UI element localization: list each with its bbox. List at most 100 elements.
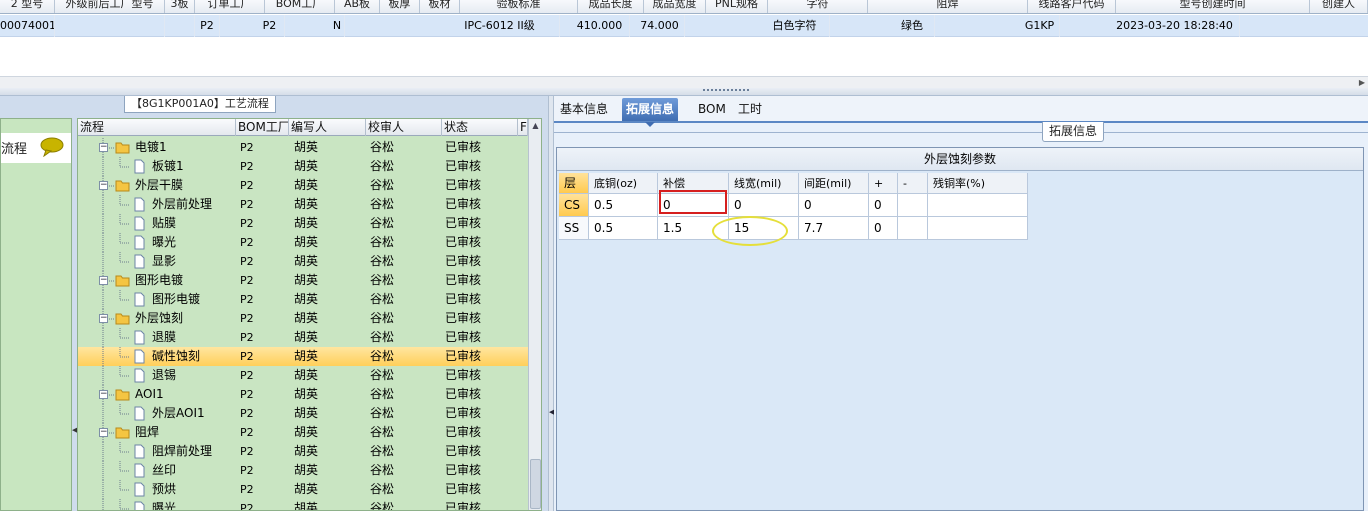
col-header[interactable]: 型号创建时间 bbox=[1116, 0, 1310, 13]
panel-title: 【8G1KP001A0】工艺流程 bbox=[124, 96, 276, 113]
col-header[interactable]: 验板标准 bbox=[460, 0, 578, 13]
cell-writer: 胡英 bbox=[294, 349, 319, 363]
scroll-thumb[interactable] bbox=[530, 459, 541, 509]
tree-row[interactable]: − 外层蚀刻 P2 胡英 谷松 已审核 bbox=[78, 309, 528, 328]
tree-row[interactable]: 图形电镀 P2 胡英 谷松 已审核 bbox=[78, 290, 528, 309]
col-header-flow[interactable]: 流程 bbox=[78, 119, 236, 136]
col-header[interactable]: AB板 bbox=[335, 0, 380, 13]
tree-row[interactable]: − 外层干膜 P2 胡英 谷松 已审核 bbox=[78, 176, 528, 195]
cell-bom: P2 bbox=[240, 331, 254, 344]
col-header[interactable]: 成品宽度 bbox=[644, 0, 706, 13]
tree-row[interactable]: 丝印 P2 胡英 谷松 已审核 bbox=[78, 461, 528, 480]
tree-row[interactable]: 外层前处理 P2 胡英 谷松 已审核 bbox=[78, 195, 528, 214]
etch-cell[interactable]: 0 bbox=[799, 194, 869, 217]
tree-node-label: 外层蚀刻 bbox=[135, 311, 184, 325]
etch-col-header[interactable]: 底铜(oz) bbox=[589, 173, 658, 194]
tab-basic-info[interactable]: 基本信息 bbox=[556, 98, 612, 121]
col-header[interactable]: 3板 bbox=[165, 0, 195, 13]
etch-cell[interactable]: 0.5 bbox=[589, 194, 658, 217]
horizontal-scrollbar[interactable]: ▶ bbox=[0, 76, 1368, 88]
tree-row[interactable]: 阻焊前处理 P2 胡英 谷松 已审核 bbox=[78, 442, 528, 461]
tree-row[interactable]: 显影 P2 胡英 谷松 已审核 bbox=[78, 252, 528, 271]
cell-reviewer: 谷松 bbox=[370, 216, 395, 230]
splitter-grip-icon[interactable] bbox=[703, 89, 749, 93]
collapse-node-icon[interactable]: − bbox=[99, 143, 108, 152]
table-row[interactable]: 00074001 P2 P2 N IPC-6012 II级 410.000 74… bbox=[0, 15, 1368, 37]
cell-writer: 胡英 bbox=[294, 387, 319, 401]
scroll-right-icon[interactable]: ▶ bbox=[1356, 77, 1368, 88]
etch-cell[interactable]: 0 bbox=[869, 217, 898, 240]
col-header-bom[interactable]: BOM工厂 bbox=[236, 119, 289, 136]
tree-row[interactable]: 预烘 P2 胡英 谷松 已审核 bbox=[78, 480, 528, 499]
tree-node-label: 碱性蚀刻 bbox=[152, 349, 201, 363]
tree-row[interactable]: − 阻焊 P2 胡英 谷松 已审核 bbox=[78, 423, 528, 442]
tree-row[interactable]: 曝光 P2 胡英 谷松 已审核 bbox=[78, 499, 528, 510]
etch-col-header[interactable]: - bbox=[898, 173, 928, 194]
tree-row[interactable]: − 图形电镀 P2 胡英 谷松 已审核 bbox=[78, 271, 528, 290]
col-header[interactable]: 字符 bbox=[768, 0, 868, 13]
collapse-right-icon[interactable]: ◀ bbox=[549, 408, 554, 422]
cell-bom: P2 bbox=[240, 483, 254, 496]
collapse-node-icon[interactable]: − bbox=[99, 276, 108, 285]
tree-node-label: 丝印 bbox=[152, 463, 177, 477]
folder-icon bbox=[115, 389, 130, 401]
etch-cell[interactable]: 0.5 bbox=[589, 217, 658, 240]
col-header-status[interactable]: 状态 bbox=[442, 119, 518, 136]
tree-row[interactable]: 退锡 P2 胡英 谷松 已审核 bbox=[78, 366, 528, 385]
cell-writer: 胡英 bbox=[294, 292, 319, 306]
col-header[interactable]: 外级前后工厂型号 bbox=[55, 0, 165, 13]
etch-col-header[interactable]: 线宽(mil) bbox=[729, 173, 799, 194]
collapse-node-icon[interactable]: − bbox=[99, 181, 108, 190]
etch-col-header[interactable]: 层 bbox=[559, 173, 589, 194]
cell-reviewer: 谷松 bbox=[370, 197, 395, 211]
scroll-up-icon[interactable]: ▲ bbox=[529, 119, 541, 133]
horizontal-splitter[interactable] bbox=[0, 88, 1368, 96]
tree-row[interactable]: 碱性蚀刻 P2 胡英 谷松 已审核 bbox=[78, 347, 528, 366]
tab-work-hours[interactable]: 工时 bbox=[734, 98, 766, 121]
tree-row[interactable]: 外层AOI1 P2 胡英 谷松 已审核 bbox=[78, 404, 528, 423]
etch-cell[interactable]: CS bbox=[559, 194, 589, 217]
tree-row[interactable]: 板镀1 P2 胡英 谷松 已审核 bbox=[78, 157, 528, 176]
tree-row[interactable]: 曝光 P2 胡英 谷松 已审核 bbox=[78, 233, 528, 252]
col-header[interactable]: 订单工厂 bbox=[195, 0, 265, 13]
col-header[interactable]: 阻焊 bbox=[868, 0, 1028, 13]
tree-node-label: 贴膜 bbox=[152, 216, 177, 230]
etch-cell[interactable] bbox=[898, 217, 928, 240]
col-header-writer[interactable]: 编写人 bbox=[289, 119, 366, 136]
tree-row[interactable]: − 电镀1 P2 胡英 谷松 已审核 bbox=[78, 138, 528, 157]
cell-reviewer: 谷松 bbox=[370, 330, 395, 344]
col-header[interactable]: 创建人 bbox=[1310, 0, 1368, 13]
etch-cell[interactable]: 0 bbox=[869, 194, 898, 217]
tree-row[interactable]: 贴膜 P2 胡英 谷松 已审核 bbox=[78, 214, 528, 233]
model-grid-header: 2 型号 外级前后工厂型号 3板 订单工厂 BOM工厂 AB板 板厚 板材 验板… bbox=[0, 0, 1368, 14]
collapse-node-icon[interactable]: − bbox=[99, 314, 108, 323]
tab-bom[interactable]: BOM bbox=[694, 98, 730, 121]
tab-extended-info[interactable]: 拓展信息 bbox=[622, 98, 679, 127]
nav-item-flow[interactable]: 流程 bbox=[1, 133, 71, 163]
etch-cell[interactable]: 0 bbox=[729, 194, 799, 217]
collapse-node-icon[interactable]: − bbox=[99, 390, 108, 399]
col-header[interactable]: BOM工厂 bbox=[265, 0, 335, 13]
etch-col-header[interactable]: 间距(mil) bbox=[799, 173, 869, 194]
col-header[interactable]: 板厚 bbox=[380, 0, 420, 13]
col-header-f[interactable]: F bbox=[518, 119, 528, 136]
etch-col-header[interactable]: 残铜率(%) bbox=[928, 173, 1028, 194]
col-header[interactable]: 线路客户代码 bbox=[1028, 0, 1116, 13]
cell-reviewer: 谷松 bbox=[370, 444, 395, 458]
etch-cell[interactable] bbox=[928, 194, 1028, 217]
col-header[interactable]: 2 型号 bbox=[0, 0, 55, 13]
etch-cell[interactable] bbox=[928, 217, 1028, 240]
collapse-node-icon[interactable]: − bbox=[99, 428, 108, 437]
col-header[interactable]: 板材 bbox=[420, 0, 460, 13]
tree-row[interactable]: − AOI1 P2 胡英 谷松 已审核 bbox=[78, 385, 528, 404]
col-header[interactable]: 成品长度 bbox=[578, 0, 644, 13]
tree-row[interactable]: 退膜 P2 胡英 谷松 已审核 bbox=[78, 328, 528, 347]
folder-icon bbox=[115, 142, 130, 154]
etch-col-header[interactable]: + bbox=[869, 173, 898, 194]
col-header-reviewer[interactable]: 校审人 bbox=[366, 119, 442, 136]
col-header[interactable]: PNL规格 bbox=[706, 0, 768, 13]
etch-cell[interactable] bbox=[898, 194, 928, 217]
etch-cell[interactable]: 7.7 bbox=[799, 217, 869, 240]
etch-cell[interactable]: SS bbox=[559, 217, 589, 240]
vertical-scrollbar[interactable]: ▲ bbox=[528, 119, 541, 510]
